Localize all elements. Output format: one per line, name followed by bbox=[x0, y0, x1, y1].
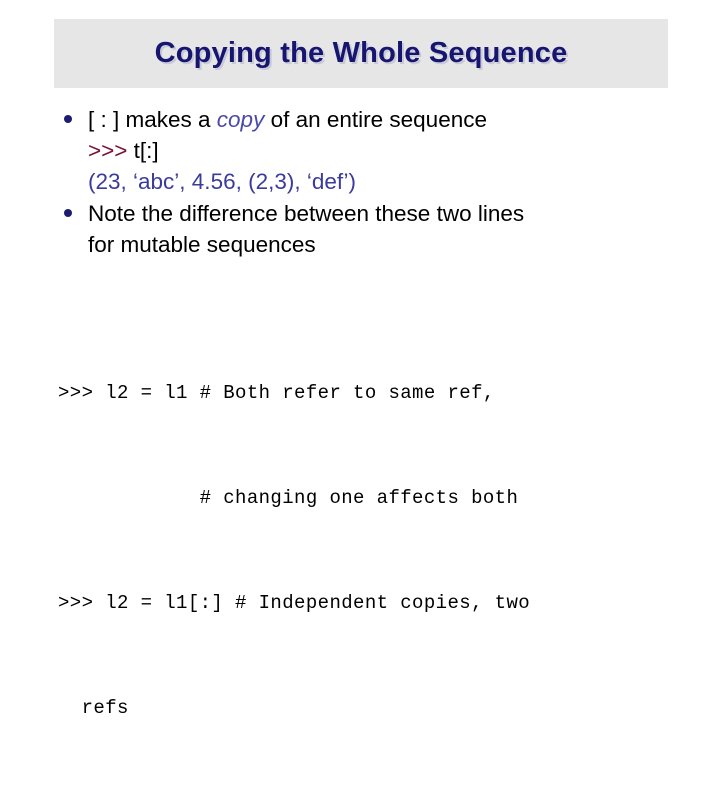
code-line: refs bbox=[58, 697, 129, 719]
bullet-line-prompt: >>> t[:] bbox=[88, 135, 720, 166]
bullet-line-result: (23, ‘abc’, 4.56, (2,3), ‘def’) bbox=[88, 166, 720, 197]
slide-canvas: Copying the Whole Sequence [ : ] makes a… bbox=[0, 0, 720, 719]
code-block: >>> l2 = l1 # Both refer to same ref, # … bbox=[58, 306, 698, 796]
python-prompt: >>> bbox=[88, 138, 134, 163]
code-line: >>> l2 = l1[:] # Independent copies, two bbox=[58, 592, 531, 614]
bullet-segment-text: [ : ] makes a bbox=[88, 107, 217, 132]
bullet-line: for mutable sequences bbox=[88, 232, 316, 257]
code-line: >>> l2 = l1 # Both refer to same ref, bbox=[58, 382, 495, 404]
bullet-dot-icon bbox=[64, 209, 72, 217]
bullet-segment-text: of an entire sequence bbox=[264, 107, 487, 132]
python-output: (23, ‘abc’, 4.56, (2,3), ‘def’) bbox=[88, 169, 357, 194]
list-item: [ : ] makes a copy of an entire sequence… bbox=[0, 104, 720, 197]
page-title: Copying the Whole Sequence bbox=[154, 37, 568, 69]
bullet-segment-emphasis: copy bbox=[216, 107, 265, 132]
list-item: Note the difference between these two li… bbox=[0, 198, 720, 260]
bullet-list: [ : ] makes a copy of an entire sequence… bbox=[0, 104, 720, 260]
bullet-line: Note the difference between these two li… bbox=[88, 201, 525, 226]
slide-title-band: Copying the Whole Sequence bbox=[54, 19, 668, 88]
code-line: # changing one affects both bbox=[58, 487, 519, 509]
bullet-line: [ : ] makes a copy of an entire sequence bbox=[88, 104, 720, 135]
inline-code: t[:] bbox=[133, 138, 159, 163]
bullet-dot-icon bbox=[64, 115, 72, 123]
slide-body: [ : ] makes a copy of an entire sequence… bbox=[0, 104, 720, 260]
